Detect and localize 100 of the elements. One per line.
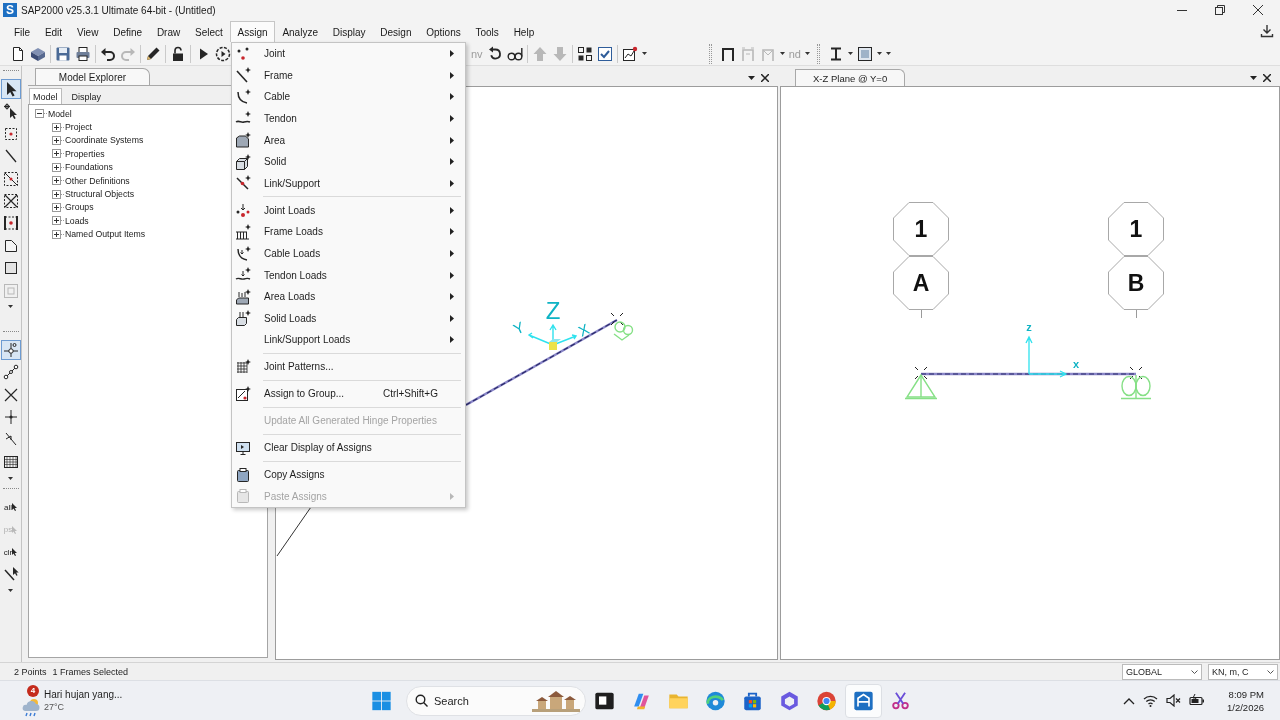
caret-icon[interactable] — [8, 589, 13, 593]
wifi-icon[interactable] — [1143, 694, 1158, 707]
menu-item[interactable]: Tendon — [232, 107, 465, 130]
houses-icon — [530, 688, 582, 713]
clock-date[interactable]: 1/2/2026 — [1227, 700, 1264, 714]
tree-item[interactable]: Foundations — [65, 162, 113, 173]
plus-box-icon[interactable] — [52, 162, 65, 172]
framed-square-icon[interactable] — [856, 45, 873, 62]
menu-item[interactable]: Area Loads — [232, 285, 465, 308]
menu-item[interactable]: Clear Display of Assigns — [232, 436, 465, 459]
cube-icon[interactable] — [30, 45, 46, 62]
undo-icon[interactable] — [100, 45, 116, 62]
menu-item[interactable]: Tendon Loads — [232, 264, 465, 286]
menu-item[interactable]: Joint Loads — [232, 199, 465, 222]
house-tile-icon[interactable] — [845, 683, 882, 718]
coordinate-system-dropdown[interactable]: GLOBAL — [1122, 663, 1202, 680]
notification-count: 4 — [27, 684, 39, 697]
pencil-icon[interactable] — [145, 45, 161, 62]
menu-item[interactable]: Select — [187, 21, 231, 42]
speaker-icon[interactable] — [1166, 694, 1181, 707]
download-icon[interactable] — [1260, 24, 1274, 38]
menu-item[interactable]: Assign — [230, 21, 275, 42]
menu-item[interactable]: Copy Assigns — [232, 463, 465, 486]
caret-icon[interactable] — [8, 476, 13, 480]
tab[interactable]: Model — [29, 88, 62, 104]
tree-item[interactable]: Structural Objects — [65, 189, 135, 200]
rotate-icon[interactable] — [486, 45, 503, 62]
menu-item[interactable]: Solid — [232, 150, 465, 173]
tree-item[interactable]: Project — [65, 122, 93, 133]
close-icon[interactable] — [1263, 73, 1271, 82]
plus-box-icon[interactable] — [52, 202, 65, 212]
plus-box-icon[interactable] — [52, 135, 65, 145]
units-dropdown[interactable]: KN, m, C — [1208, 663, 1278, 680]
menu-item[interactable]: Options — [418, 21, 469, 42]
plus-box-icon[interactable] — [52, 122, 65, 132]
tree-item[interactable]: Model — [48, 108, 72, 119]
restore-icon[interactable] — [1215, 5, 1225, 15]
tab[interactable]: Display — [67, 88, 106, 104]
chart-icon[interactable] — [621, 45, 638, 62]
dropdown-arrow-icon[interactable] — [1250, 75, 1257, 80]
menu-item[interactable]: Tools — [468, 21, 507, 42]
plus-box-icon[interactable] — [52, 176, 65, 186]
crosshair-circle-icon[interactable] — [0, 339, 21, 360]
tree-item[interactable]: Other Definitions — [65, 175, 130, 186]
caret-icon[interactable] — [804, 52, 810, 55]
dropdown-arrow-icon[interactable] — [748, 75, 755, 80]
panel-title-tab[interactable]: Model Explorer — [35, 68, 150, 85]
menu-item[interactable]: View — [69, 21, 106, 42]
menu-item[interactable]: Link/Support — [232, 172, 465, 195]
menu-item[interactable]: Joint Patterns... — [232, 356, 465, 378]
printer-icon[interactable] — [75, 45, 91, 62]
menu-item[interactable]: Assign to Group... Ctrl+Shift+G — [232, 383, 465, 405]
caret-icon[interactable] — [8, 305, 13, 309]
checkbox-icon[interactable] — [596, 45, 613, 62]
tree-item[interactable]: Coordinate Systems — [65, 135, 144, 146]
tree-item[interactable]: Properties — [65, 148, 105, 159]
selection-button[interactable]: all — [0, 497, 21, 518]
play-circle-icon[interactable] — [215, 45, 231, 62]
four-squares-icon[interactable] — [576, 45, 593, 62]
minus-box-icon[interactable] — [35, 109, 48, 119]
weather-text[interactable]: Hari hujan yang... — [44, 687, 123, 701]
selection-button[interactable]: clr — [0, 542, 21, 563]
plus-box-icon[interactable] — [52, 229, 65, 239]
menu-item[interactable]: File — [6, 21, 38, 42]
menu-item[interactable]: Joint — [232, 43, 465, 65]
menu-item[interactable]: Solid Loads — [232, 307, 465, 330]
menu-item[interactable]: Display — [325, 21, 373, 42]
tree-item[interactable]: Named Output Items — [65, 229, 146, 240]
menu-item[interactable]: Cable Loads — [232, 242, 465, 265]
menu-item[interactable]: Edit — [37, 21, 70, 42]
view-tab[interactable]: X-Z Plane @ Y=0 — [795, 69, 906, 86]
glasses-icon[interactable] — [506, 45, 523, 62]
menu-item[interactable]: Analyze — [275, 21, 326, 42]
battery-icon[interactable] — [1189, 694, 1205, 707]
close-icon[interactable] — [1253, 5, 1263, 15]
padlock-icon[interactable] — [170, 45, 186, 62]
portal-frame-icon[interactable] — [719, 45, 736, 62]
menu-item[interactable]: Frame Loads — [232, 221, 465, 243]
plus-box-icon[interactable] — [52, 149, 65, 159]
clock-time[interactable]: 8:09 PM — [1228, 687, 1264, 701]
tree-item[interactable]: Groups — [65, 202, 94, 213]
menu-item[interactable]: Draw — [149, 21, 188, 42]
tree-item[interactable]: Loads — [65, 215, 89, 226]
caret-icon[interactable] — [641, 52, 647, 55]
new-document-icon[interactable] — [10, 45, 26, 62]
caret-icon[interactable] — [779, 52, 785, 55]
save-icon[interactable] — [55, 45, 71, 62]
chevron-up-icon[interactable] — [1123, 696, 1135, 705]
menu-item[interactable]: Link/Support Loads — [232, 329, 465, 351]
plus-box-icon[interactable] — [52, 216, 65, 226]
pointer-icon[interactable] — [0, 79, 21, 99]
menu-item[interactable]: Area — [232, 129, 465, 151]
menu-item[interactable]: Define — [105, 21, 150, 42]
menu-item[interactable]: Cable — [232, 86, 465, 108]
close-icon[interactable] — [761, 73, 769, 82]
menu-item[interactable]: Frame — [232, 64, 465, 87]
plus-box-icon[interactable] — [52, 189, 65, 199]
menu-item[interactable]: Design — [372, 21, 419, 42]
menu-item[interactable]: Help — [506, 21, 542, 42]
caret-icon[interactable] — [847, 52, 853, 55]
